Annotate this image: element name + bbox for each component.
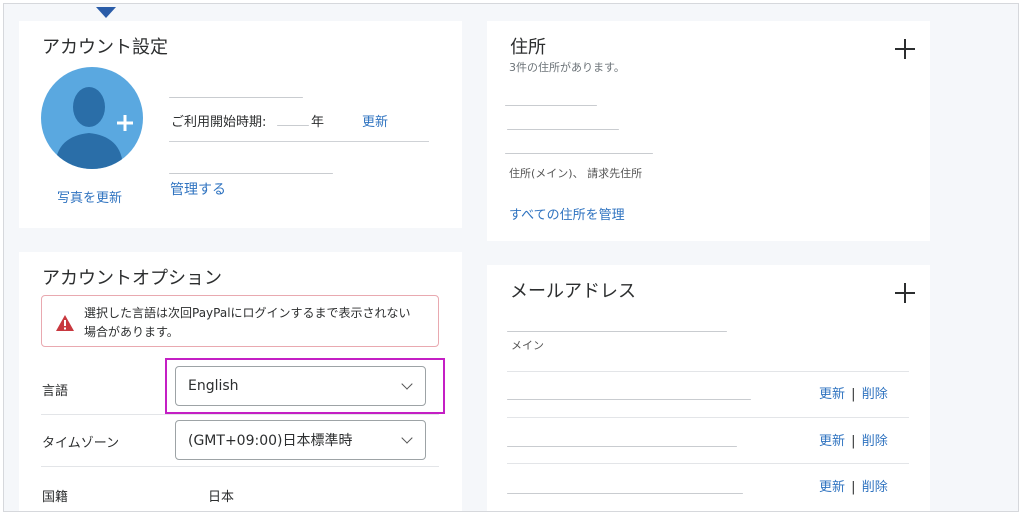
address-line-1 [505, 105, 597, 106]
main-email-label: メイン [511, 339, 544, 352]
alert-text-line-1: 選択した言語は次回PayPalにログインするまで表示されない [84, 306, 411, 320]
address-line-3 [505, 153, 653, 154]
email-line-1 [507, 399, 751, 400]
add-email-icon[interactable] [895, 283, 915, 303]
email-title: メールアドレス [510, 281, 636, 302]
email-line-2 [507, 446, 737, 447]
language-select-value: English [188, 378, 239, 394]
account-settings-card: アカウント設定 写真を更新 ご利用開始時期: 年 更新 管理する [19, 21, 462, 228]
nationality-value: 日本 [208, 490, 235, 505]
name-placeholder-line [169, 97, 303, 98]
add-photo-plus-icon [117, 115, 133, 131]
language-label: 言語 [42, 384, 69, 399]
avatar[interactable] [41, 67, 143, 169]
language-alert: 選択した言語は次回PayPalにログインするまで表示されない 場合があります。 [41, 295, 439, 347]
address-title: 住所 [510, 37, 546, 58]
account-options-title: アカウントオプション [42, 268, 222, 289]
email-action-divider: | [851, 434, 856, 449]
start-year-line [277, 125, 309, 126]
address-line-2 [507, 129, 619, 130]
email-delete-link[interactable]: 削除 [862, 387, 888, 402]
email-delete-link[interactable]: 削除 [862, 480, 888, 495]
alert-text-line-2: 場合があります。 [84, 325, 179, 339]
email-actions-2: 更新 | 削除 [819, 430, 888, 449]
manage-all-addresses-link[interactable]: すべての住所を管理 [509, 204, 625, 223]
email-delete-link[interactable]: 削除 [862, 434, 888, 449]
address-count: 3件の住所があります。 [509, 61, 625, 74]
add-address-icon[interactable] [895, 39, 915, 59]
account-id-placeholder-line [169, 173, 333, 174]
email-update-link[interactable]: 更新 [819, 387, 845, 402]
email-row-divider-2 [507, 417, 909, 418]
email-action-divider: | [851, 480, 856, 495]
nationality-label: 国籍 [42, 490, 69, 505]
page-frame: アカウント設定 写真を更新 ご利用開始時期: 年 更新 管理する 住所 3件の住… [3, 3, 1019, 512]
email-update-link[interactable]: 更新 [819, 480, 845, 495]
year-suffix: 年 [311, 115, 325, 130]
update-photo-link[interactable]: 写真を更新 [57, 187, 122, 206]
timezone-select[interactable]: (GMT+09:00)日本標準時 [175, 420, 426, 460]
email-row-divider-1 [507, 371, 909, 372]
tab-pointer [96, 7, 116, 18]
email-line-3 [507, 493, 743, 494]
email-update-link[interactable]: 更新 [819, 434, 845, 449]
options-row-divider-2 [41, 466, 439, 467]
account-divider [169, 141, 429, 142]
email-row-divider-3 [507, 463, 909, 464]
timezone-label: タイムゾーン [42, 436, 120, 451]
manage-link[interactable]: 管理する [170, 179, 226, 199]
address-type-label: 住所(メイン)、 請求先住所 [509, 167, 643, 180]
language-select[interactable]: English [175, 366, 426, 406]
start-period-label: ご利用開始時期: [171, 115, 267, 130]
warning-icon [56, 315, 74, 331]
account-options-card: アカウントオプション 選択した言語は次回PayPalにログインするまで表示されな… [19, 252, 462, 511]
update-start-link[interactable]: 更新 [362, 111, 388, 130]
email-card: メールアドレス メイン 更新 | 削除 更新 | 削除 更新 | 削除 [487, 265, 930, 511]
timezone-select-value: (GMT+09:00)日本標準時 [188, 433, 353, 449]
account-settings-title: アカウント設定 [42, 37, 168, 58]
address-card: 住所 3件の住所があります。 住所(メイン)、 請求先住所 すべての住所を管理 [487, 21, 930, 241]
email-action-divider: | [851, 387, 856, 402]
chevron-down-icon [401, 378, 413, 390]
email-actions-1: 更新 | 削除 [819, 383, 888, 402]
options-row-divider-1 [41, 414, 439, 415]
chevron-down-icon [401, 432, 413, 444]
main-email-line [507, 331, 727, 332]
email-actions-3: 更新 | 削除 [819, 476, 888, 495]
